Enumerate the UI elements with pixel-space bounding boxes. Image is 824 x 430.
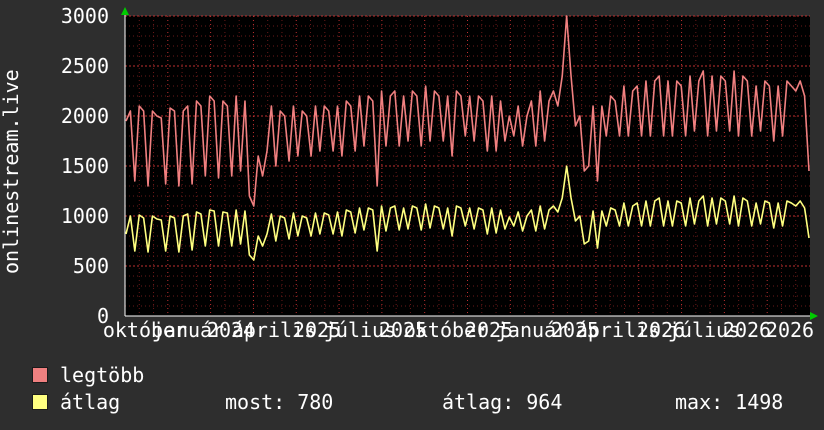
y-tick-label: 1000 — [61, 204, 109, 228]
legend: legtöbb átlag most: 780 átlag: 964 max: 149… — [30, 362, 820, 416]
y-tick-label: 500 — [73, 254, 109, 278]
legend-item-max: legtöbb — [30, 362, 820, 389]
y-axis-arrow — [121, 7, 129, 15]
legend-label-avg: átlag — [60, 390, 121, 414]
y-tick-label: 2000 — [61, 104, 109, 128]
legend-swatch-avg — [32, 394, 48, 410]
y-tick-label: 3000 — [61, 4, 109, 28]
x-tick-label: 2026 — [723, 318, 771, 342]
stat-current: most: 780 — [225, 390, 334, 414]
y-tick-label: 2500 — [61, 54, 109, 78]
x-tick-labels: októberjanuár2024április2025július2025ok… — [103, 318, 814, 342]
stat-max: max: 1498 — [675, 390, 784, 414]
y-tick-labels: 050010001500200025003000 — [61, 4, 109, 328]
y-axis-label: onlinestream.live — [0, 69, 23, 274]
y-tick-label: 1500 — [61, 154, 109, 178]
stat-average: átlag: 964 — [442, 390, 563, 414]
legend-label-max: legtöbb — [60, 363, 145, 387]
legend-swatch-max — [32, 367, 48, 383]
x-tick-label: 2026 — [766, 318, 814, 342]
legend-item-avg: átlag most: 780 átlag: 964 max: 1498 — [30, 389, 820, 416]
